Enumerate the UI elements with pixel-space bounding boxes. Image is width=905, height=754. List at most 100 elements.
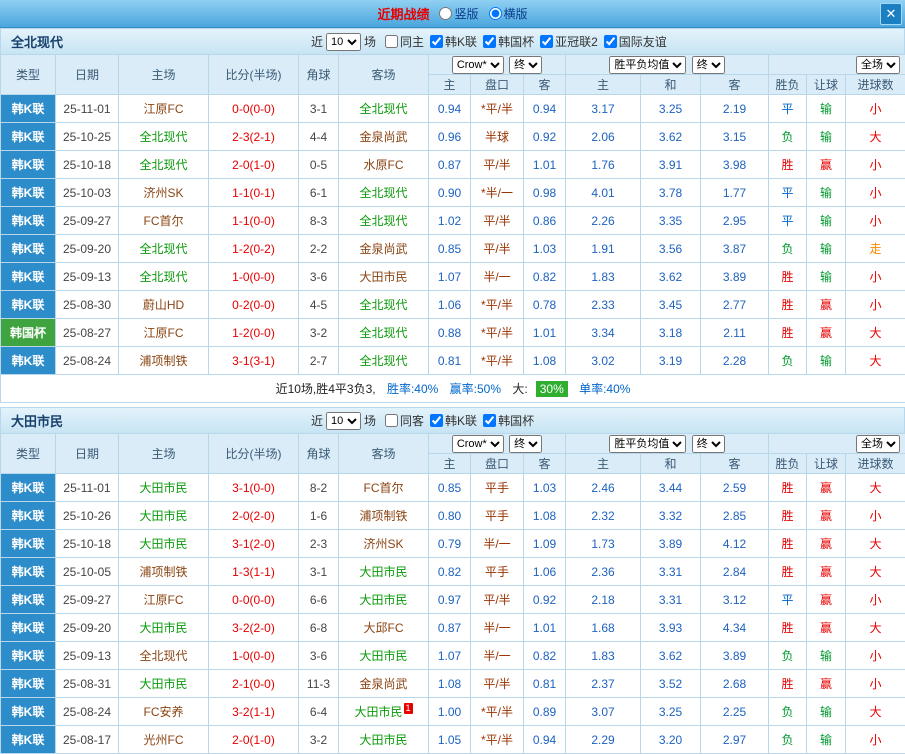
filter-option[interactable]: 韩K联	[430, 412, 477, 429]
filter-option[interactable]: 同客	[385, 412, 424, 429]
filter-checkboxes: 同主韩K联韩国杯亚冠联2 国际友谊	[379, 33, 667, 50]
handicap-line: *平/半	[471, 291, 524, 319]
away-team: 大田市民1	[339, 698, 429, 726]
handicap-away-odds: 0.86	[524, 207, 566, 235]
scope-select-cell: 全场	[769, 55, 905, 75]
filter-checkbox[interactable]	[430, 414, 443, 427]
corner-score: 6-8	[299, 614, 339, 642]
handicap-away-odds: 0.78	[524, 291, 566, 319]
home-team: 江原FC	[119, 95, 209, 123]
handicap-away-odds: 0.82	[524, 642, 566, 670]
close-button[interactable]: ✕	[880, 3, 902, 25]
scope-select[interactable]: 全场	[856, 435, 900, 453]
avg-away-odds: 2.19	[701, 95, 769, 123]
corner-score: 3-2	[299, 726, 339, 754]
col-result-header: 胜负	[769, 75, 807, 95]
match-date: 25-10-25	[56, 123, 119, 151]
match-date: 25-10-18	[56, 530, 119, 558]
filter-checkbox[interactable]	[385, 414, 398, 427]
match-date: 25-08-17	[56, 726, 119, 754]
recent-label-post: 场	[364, 412, 376, 429]
league-badge: 韩K联	[1, 347, 56, 375]
avg-away-odds: 2.68	[701, 670, 769, 698]
handicap-line: 半/一	[471, 530, 524, 558]
avg-away-odds: 3.89	[701, 263, 769, 291]
avg-home-odds: 1.91	[566, 235, 641, 263]
filter-checkbox[interactable]	[385, 35, 398, 48]
filter-option[interactable]: 韩K联	[430, 33, 477, 50]
odds-company-select[interactable]: Crow*	[452, 435, 504, 453]
layout-horizontal-option[interactable]: 横版	[489, 5, 528, 22]
scope-select[interactable]: 全场	[856, 56, 900, 74]
col-corner-header: 角球	[299, 434, 339, 474]
odds-time-select[interactable]: 终	[509, 56, 542, 74]
filter-option[interactable]: 同主	[385, 33, 424, 50]
sub-avg-draw-header: 和	[641, 454, 701, 474]
odds-company-select[interactable]: Crow*	[452, 56, 504, 74]
goals-result-label: 大	[846, 319, 905, 347]
home-team: 大田市民	[119, 530, 209, 558]
vertical-radio[interactable]	[439, 7, 452, 20]
score: 0-0(0-0)	[209, 95, 299, 123]
avg-home-odds: 3.17	[566, 95, 641, 123]
match-row: 韩K联25-08-17光州FC2-0(1-0)3-2大田市民1.05*平/半0.…	[1, 726, 905, 754]
filter-checkbox[interactable]	[483, 414, 496, 427]
handicap-result-label: 输	[807, 263, 846, 291]
avg-away-odds: 2.28	[701, 347, 769, 375]
recent-count-select[interactable]: 10	[326, 412, 361, 430]
score: 3-2(1-1)	[209, 698, 299, 726]
home-team: 全北现代	[119, 123, 209, 151]
result-label: 胜	[769, 151, 807, 179]
avg-time-select[interactable]: 终	[692, 56, 725, 74]
filter-option[interactable]: 韩国杯	[483, 412, 534, 429]
avg-away-odds: 2.25	[701, 698, 769, 726]
filter-option[interactable]: 韩国杯	[483, 33, 534, 50]
avg-home-odds: 3.07	[566, 698, 641, 726]
home-team: FC安养	[119, 698, 209, 726]
result-label: 胜	[769, 614, 807, 642]
match-row: 韩K联25-09-20大田市民3-2(2-0)6-8大邱FC0.87半/一1.0…	[1, 614, 905, 642]
avg-time-select[interactable]: 终	[692, 435, 725, 453]
section-header: 大田市民 近 10 场 同客韩K联韩国杯	[0, 407, 905, 433]
league-badge: 韩K联	[1, 151, 56, 179]
avg-type-select[interactable]: 胜平负均值	[609, 435, 686, 453]
handicap-line: 平/半	[471, 207, 524, 235]
goals-result-label: 大	[846, 474, 905, 502]
score: 0-2(0-0)	[209, 291, 299, 319]
goals-result-label: 大	[846, 347, 905, 375]
filter-checkbox[interactable]	[540, 35, 553, 48]
away-team: 大田市民	[339, 263, 429, 291]
match-row: 韩K联25-08-30蔚山HD0-2(0-0)4-5全北现代1.06*平/半0.…	[1, 291, 905, 319]
avg-draw-odds: 3.78	[641, 179, 701, 207]
filter-option[interactable]: 亚冠联2	[540, 33, 598, 50]
league-badge: 韩K联	[1, 502, 56, 530]
filter-option[interactable]: 国际友谊	[604, 33, 667, 50]
away-team: 大田市民	[339, 558, 429, 586]
corner-score: 3-1	[299, 558, 339, 586]
result-label: 胜	[769, 530, 807, 558]
match-row: 韩K联25-08-24FC安养3-2(1-1)6-4大田市民11.00*平/半0…	[1, 698, 905, 726]
away-team: 全北现代	[339, 291, 429, 319]
handicap-away-odds: 1.01	[524, 614, 566, 642]
match-row: 韩K联25-10-05浦项制铁1-3(1-1)3-1大田市民0.82平手1.06…	[1, 558, 905, 586]
handicap-line: 半/一	[471, 614, 524, 642]
corner-score: 3-1	[299, 95, 339, 123]
score: 1-2(0-0)	[209, 319, 299, 347]
col-cover-header: 让球	[807, 454, 846, 474]
filter-checkbox[interactable]	[604, 35, 617, 48]
avg-draw-odds: 3.20	[641, 726, 701, 754]
corner-score: 11-3	[299, 670, 339, 698]
filter-checkbox[interactable]	[483, 35, 496, 48]
corner-score: 4-5	[299, 291, 339, 319]
away-team: 全北现代	[339, 179, 429, 207]
odds-time-select[interactable]: 终	[509, 435, 542, 453]
match-row: 韩K联25-09-20全北现代1-2(0-2)2-2金泉尚武0.85平/半1.0…	[1, 235, 905, 263]
recent-count-select[interactable]: 10	[326, 33, 361, 51]
horizontal-radio[interactable]	[489, 7, 502, 20]
avg-type-select[interactable]: 胜平负均值	[609, 56, 686, 74]
layout-vertical-option[interactable]: 竖版	[439, 5, 478, 22]
filter-checkbox[interactable]	[430, 35, 443, 48]
handicap-away-odds: 1.01	[524, 151, 566, 179]
result-label: 负	[769, 347, 807, 375]
sub-avg-away-header: 客	[701, 75, 769, 95]
